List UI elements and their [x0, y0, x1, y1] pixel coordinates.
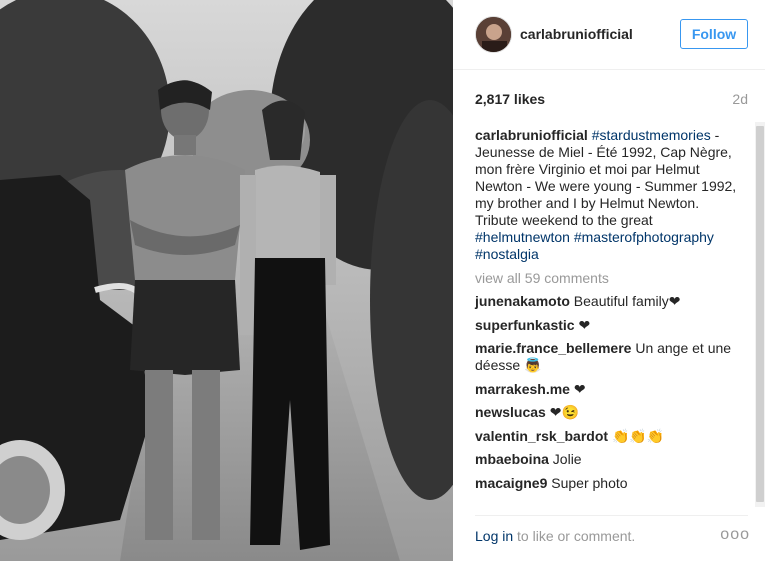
comment: marrakesh.me ❤: [475, 381, 737, 398]
comments-list: carlabruniofficial #stardustmemories - J…: [475, 127, 737, 498]
comment-username[interactable]: junenakamoto: [475, 293, 570, 309]
comment-username[interactable]: newslucas: [475, 404, 546, 420]
likes-row: 2,817 likes 2d: [475, 91, 748, 109]
caption-username[interactable]: carlabruniofficial: [475, 127, 588, 143]
comment-username[interactable]: marrakesh.me: [475, 381, 570, 397]
comment-text: ❤: [573, 380, 586, 397]
post-side-panel: carlabruniofficial Follow 2,817 likes 2d…: [453, 0, 765, 561]
comment-username[interactable]: superfunkastic: [475, 317, 575, 333]
comment-username[interactable]: valentin_rsk_bardot: [475, 428, 608, 444]
comment: valentin_rsk_bardot 👏👏👏: [475, 428, 737, 445]
comment-text: ❤😉: [549, 404, 579, 420]
login-prompt: Log in to like or comment.: [475, 528, 635, 544]
comment-username[interactable]: macaigne9: [475, 475, 547, 491]
hashtag-link[interactable]: #helmutnewton: [475, 229, 570, 245]
login-link[interactable]: Log in: [475, 528, 513, 544]
comment-text: Beautiful family❤: [573, 293, 681, 309]
hashtag-link[interactable]: #nostalgia: [475, 246, 539, 262]
comment-text: 👏👏👏: [611, 427, 665, 444]
comments-scrollbar[interactable]: [755, 122, 765, 507]
comment: newslucas ❤😉: [475, 404, 737, 421]
post-footer: Log in to like or comment. ooo: [475, 515, 750, 561]
hashtag-link[interactable]: #masterofphotography: [574, 229, 714, 245]
comment-text: ❤: [578, 316, 591, 333]
hashtag-link[interactable]: #stardustmemories: [592, 127, 711, 143]
likes-count[interactable]: 2,817 likes: [475, 91, 545, 107]
comment: junenakamoto Beautiful family❤: [475, 293, 737, 310]
follow-button[interactable]: Follow: [680, 19, 748, 49]
comment-username[interactable]: mbaeboina: [475, 451, 549, 467]
post-author-username[interactable]: carlabruniofficial: [520, 26, 633, 42]
post-age[interactable]: 2d: [732, 91, 748, 107]
comment-text: Super photo: [551, 474, 628, 491]
comment: superfunkastic ❤: [475, 317, 737, 334]
caption: carlabruniofficial #stardustmemories - J…: [475, 127, 737, 263]
view-all-comments-link[interactable]: view all 59 comments: [475, 270, 737, 287]
login-prompt-text: to like or comment.: [513, 528, 636, 544]
more-options-icon[interactable]: ooo: [720, 526, 750, 544]
scrollbar-thumb[interactable]: [756, 126, 764, 502]
comment: marie.france_bellemere Un ange et une dé…: [475, 340, 737, 374]
comment-username[interactable]: marie.france_bellemere: [475, 340, 631, 356]
post-header: carlabruniofficial Follow: [453, 0, 765, 70]
comment-text: Jolie: [552, 451, 582, 467]
comment: macaigne9 Super photo: [475, 475, 737, 492]
avatar[interactable]: [475, 16, 512, 53]
post-photo[interactable]: [0, 0, 453, 561]
comment: mbaeboina Jolie: [475, 451, 737, 468]
